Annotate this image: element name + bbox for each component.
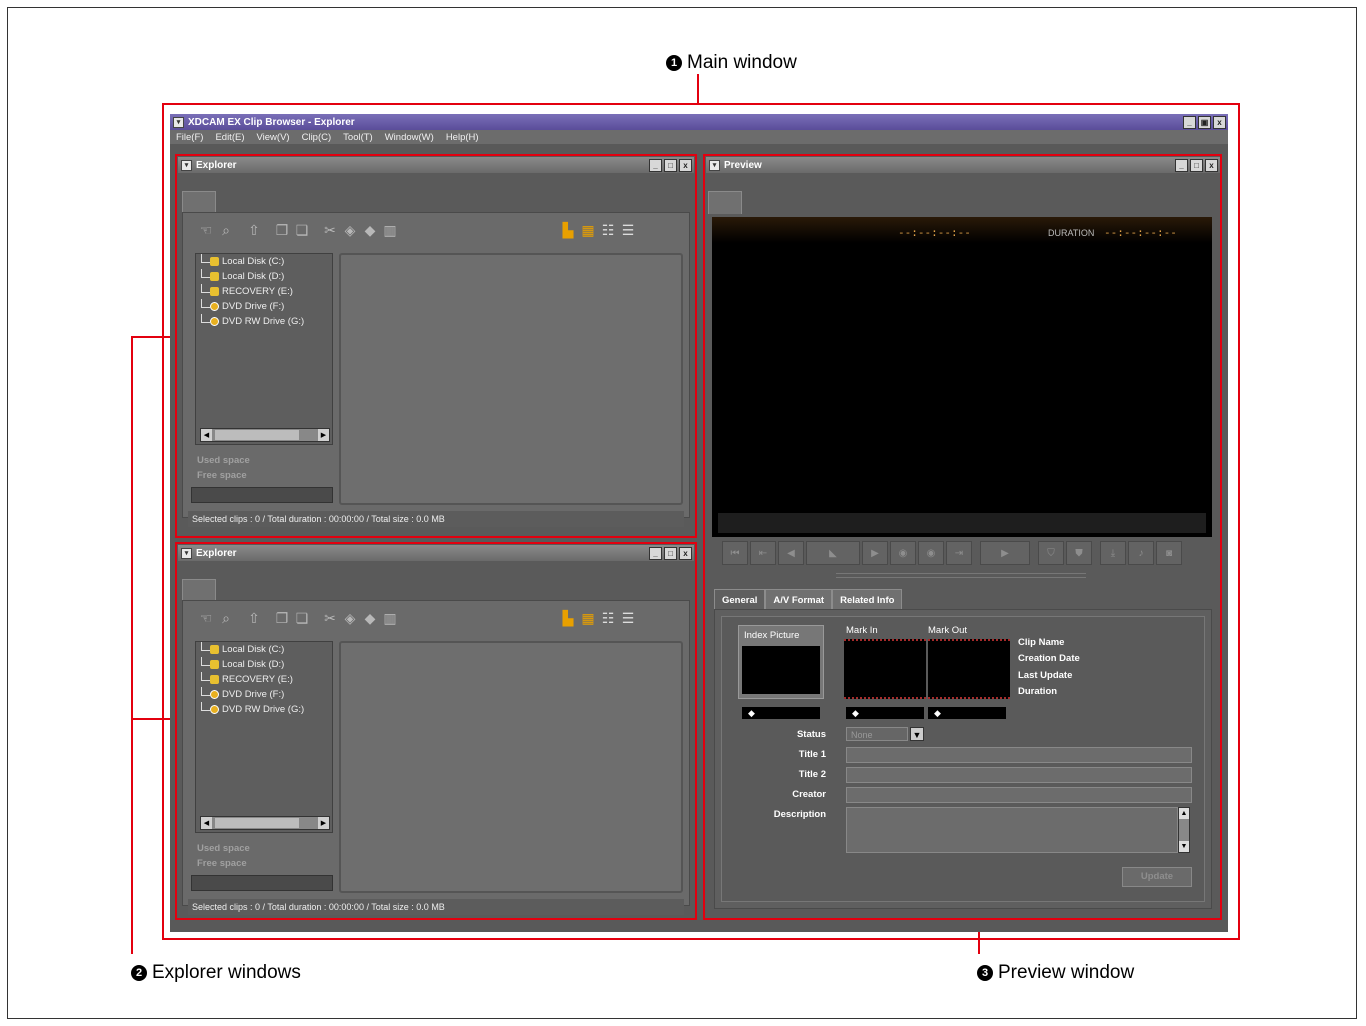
leader-line-explorer [131, 336, 133, 954]
callout-number: 3 [977, 965, 993, 981]
explorer-highlight-1 [175, 154, 697, 538]
callout-explorer-windows: 2 Explorer windows [131, 962, 301, 984]
callout-number: 1 [666, 55, 682, 71]
callout-label: Explorer windows [152, 962, 301, 983]
callout-number: 2 [131, 965, 147, 981]
callout-label: Preview window [998, 962, 1135, 983]
explorer-highlight-2 [175, 542, 697, 920]
callout-label: Main window [687, 52, 797, 73]
callout-preview-window: 3 Preview window [977, 962, 1134, 984]
callout-main-window: 1 Main window [666, 52, 797, 74]
leader-line-main [697, 74, 699, 104]
preview-highlight [703, 154, 1222, 920]
